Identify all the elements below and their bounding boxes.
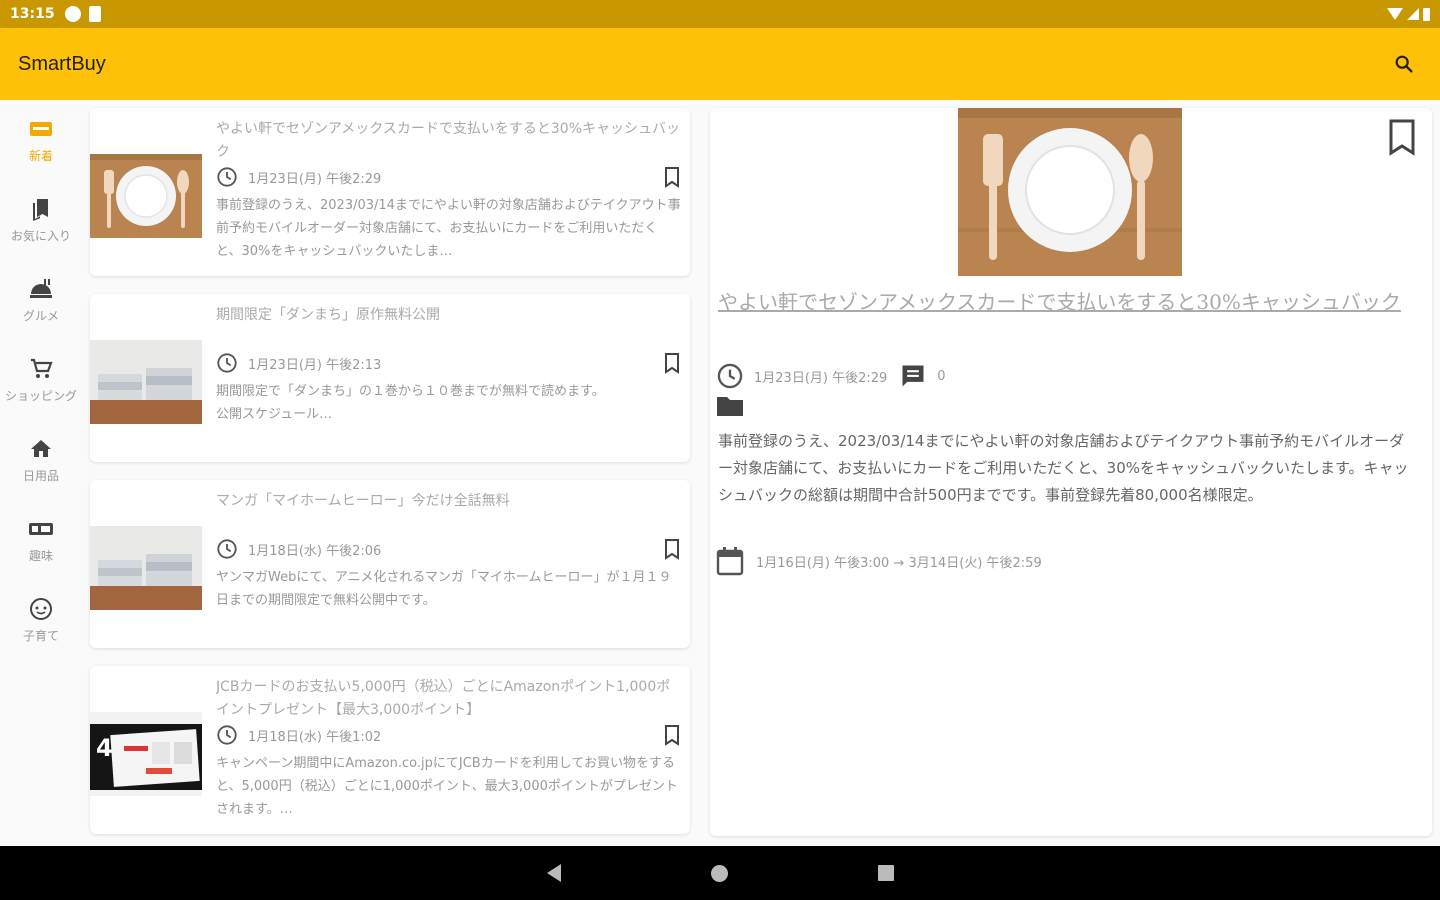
rail-label: 日用品: [22, 468, 59, 483]
bookmark-icon[interactable]: [1386, 118, 1418, 156]
rail-item-daily-goods[interactable]: 日用品: [0, 420, 82, 500]
clock-icon: [217, 167, 237, 187]
rail-label: お気に入り: [10, 228, 71, 243]
folder-icon: [717, 397, 743, 416]
article-date: 1月23日(月) 午後2:29: [248, 171, 382, 187]
rail-item-gourmet[interactable]: グルメ: [0, 260, 82, 340]
cart-icon: [31, 358, 53, 378]
article-description: 事前登録のうえ、2023/03/14までにやよい軒の対象店舗およびテイクアウト事…: [216, 198, 681, 259]
article-card[interactable]: 期間限定「ダンまち」原作無料公開 1月23日(月) 午後2:13 期間限定で「ダ…: [90, 294, 690, 462]
detail-pane: やよい軒でセゾンアメックスカードで支払いをすると30%キャッシュバック 1月23…: [710, 108, 1432, 836]
restaurant-icon: [30, 278, 52, 298]
rail-label: 新着: [28, 148, 53, 163]
rail-label: グルメ: [22, 308, 59, 323]
search-button[interactable]: [1386, 46, 1422, 82]
signal-icon: [1407, 8, 1419, 20]
detail-title[interactable]: やよい軒でセゾンアメックスカードで支払いをすると30%キャッシュバック: [718, 286, 1418, 318]
article-date: 1月23日(月) 午後2:13: [248, 357, 382, 373]
article-title: JCBカードのお支払い5,000円（税込）ごとにAmazonポイント1,000ポ…: [216, 679, 671, 718]
comment-count: 0: [937, 368, 946, 384]
article-title: やよい軒でセゾンアメックスカードで支払いをすると30%キャッシュバック: [216, 121, 680, 160]
article-card[interactable]: やよい軒でセゾンアメックスカードで支払いをすると30%キャッシュバック 1月23…: [90, 108, 690, 276]
child-icon: [30, 597, 52, 620]
battery-icon: [1423, 7, 1430, 21]
clock-icon: [217, 353, 237, 373]
article-description: ヤンマガWebにて、アニメ化されるマンガ「マイホームヒーロー」が１月１９日までの…: [216, 570, 672, 608]
article-date: 1月18日(水) 午後2:06: [248, 543, 382, 559]
calendar-icon: [716, 547, 744, 576]
notification-icon: [64, 6, 81, 22]
thumbnail-image: 4: [90, 712, 202, 796]
navigation-rail: 新着 お気に入り グルメ ショッピング 日用品 趣味 子育て: [0, 100, 82, 846]
hero-image: [958, 108, 1182, 276]
detail-date: 1月23日(月) 午後2:29: [754, 370, 888, 386]
bookmarks-icon: [33, 198, 48, 221]
clock-icon: [217, 539, 237, 559]
new-badge-icon: [30, 121, 52, 136]
article-list: やよい軒でセゾンアメックスカードで支払いをすると30%キャッシュバック 1月23…: [90, 108, 690, 852]
bookmark-icon[interactable]: [662, 538, 682, 560]
article-card[interactable]: 4 JCBカードのお支払い5,000円（税込）ごとにAmazonポイント1,00…: [90, 666, 690, 834]
rail-label: 子育て: [22, 628, 59, 643]
rail-label: ショッピング: [4, 388, 77, 403]
rail-item-new[interactable]: 新着: [0, 100, 82, 180]
thumbnail-image: [90, 340, 202, 424]
rail-item-childcare[interactable]: 子育て: [0, 580, 82, 660]
rail-item-hobby[interactable]: 趣味: [0, 500, 82, 580]
rail-item-favorites[interactable]: お気に入り: [0, 180, 82, 260]
sd-card-icon: [88, 6, 101, 22]
app-title: SmartBuy: [18, 52, 106, 75]
ticket-icon: [29, 522, 53, 535]
detail-description: 事前登録のうえ、2023/03/14までにやよい軒の対象店舗およびテイクアウト事…: [718, 432, 1409, 504]
campaign-period: 1月16日(月) 午後3:00 → 3月14日(火) 午後2:59: [756, 555, 1042, 571]
home-icon: [31, 439, 51, 457]
back-icon[interactable]: [546, 864, 561, 882]
bookmark-icon[interactable]: [662, 724, 682, 746]
thumbnail-image: [90, 154, 202, 238]
article-title: 期間限定「ダンまち」原作無料公開: [216, 307, 440, 323]
app-bar: SmartBuy: [0, 28, 1440, 100]
search-icon: [1395, 55, 1413, 73]
home-button-icon[interactable]: [710, 864, 728, 882]
article-description: 期間限定で「ダンまち」の１巻から１０巻までが無料で読めます。 公開スケジュール…: [216, 384, 605, 422]
article-title: マンガ「マイホームヒーロー」今だけ全話無料: [216, 493, 510, 509]
rail-label: 趣味: [28, 548, 53, 563]
system-navigation-bar: [0, 846, 1440, 900]
bookmark-icon[interactable]: [662, 166, 682, 188]
article-description: キャンペーン期間中にAmazon.co.jpにてJCBカードを利用してお買い物を…: [216, 756, 678, 817]
svg-text:4: 4: [96, 734, 113, 762]
thumbnail-image: [90, 526, 202, 610]
status-bar: 13:15: [0, 0, 1440, 28]
article-date: 1月18日(水) 午後1:02: [248, 729, 382, 745]
bookmark-icon[interactable]: [662, 352, 682, 374]
recent-apps-icon[interactable]: [877, 865, 894, 881]
status-time: 13:15: [10, 6, 55, 22]
comment-icon: [902, 365, 924, 387]
clock-icon: [717, 363, 743, 389]
article-card[interactable]: マンガ「マイホームヒーロー」今だけ全話無料 1月18日(水) 午後2:06 ヤン…: [90, 480, 690, 648]
wifi-icon: [1387, 8, 1403, 20]
rail-item-shopping[interactable]: ショッピング: [0, 340, 82, 420]
clock-icon: [217, 725, 237, 745]
